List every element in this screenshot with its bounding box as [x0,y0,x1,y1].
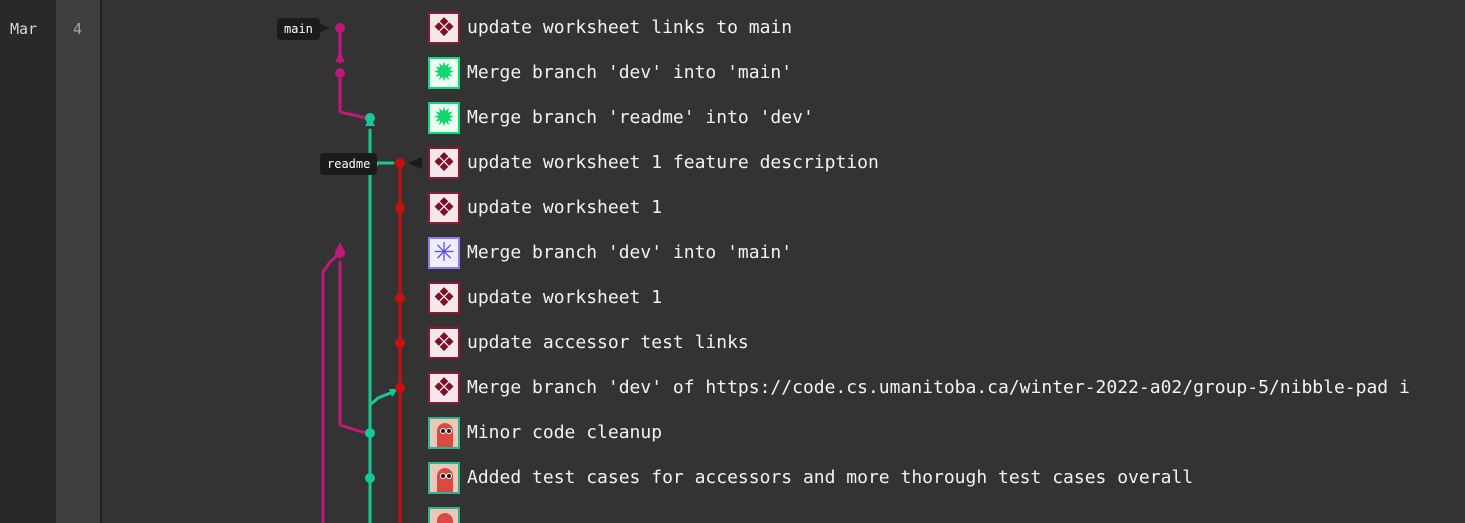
photo-eye [446,473,452,479]
commit-row[interactable]: ❖ update worksheet 1 feature description [428,146,879,180]
main-to-readme-edge [338,71,372,122]
commit-message: Added test cases for accessors and more … [467,467,1194,488]
commit-dot[interactable] [395,203,405,213]
commit-row[interactable]: ❖ update worksheet 1 [428,191,662,225]
readme-merge-edge [368,390,395,407]
commit-message: update accessor test links [467,332,749,353]
identicon-icon: ❖ [432,148,456,178]
identicon-icon: ❖ [432,13,456,43]
identicon-icon: ❖ [432,373,456,403]
commit-dot[interactable] [395,293,405,303]
identicon-icon: ❖ [432,283,456,313]
identicon-icon: ✹ [433,103,455,133]
user-photo-avatar [428,417,460,449]
commit-row[interactable]: ✹ Merge branch 'dev' into 'main' [428,56,792,90]
main-branch-lane [321,26,372,523]
commit-row[interactable]: ❖ update accessor test links [428,326,749,360]
branch-label-main[interactable]: main [277,18,320,40]
identicon-avatar: ❖ [428,372,460,404]
identicon-avatar: ❖ [428,147,460,179]
user-photo-icon [437,423,453,447]
photo-eye [446,428,452,434]
commit-row[interactable] [428,506,460,523]
commit-message: update worksheet 1 feature description [467,152,879,173]
identicon-icon: ❖ [432,193,456,223]
commit-row[interactable]: Added test cases for accessors and more … [428,461,1193,495]
identicon-avatar: ✹ [428,57,460,89]
main-arrowhead [335,52,345,62]
commit-row[interactable]: ✹ Merge branch 'readme' into 'dev' [428,101,814,135]
main-lower-lane [321,251,342,523]
commit-dot[interactable] [335,248,345,258]
commit-dot[interactable] [335,23,345,33]
user-photo-avatar [428,507,460,523]
git-history-view: Mar 4 main readme ❖ update worksheet lin… [0,0,1465,523]
identicon-avatar: ❖ [428,282,460,314]
commit-message: Merge branch 'dev' into 'main' [467,62,793,83]
commit-row[interactable]: ❖ update worksheet 1 [428,281,662,315]
commit-row[interactable]: ❖ Merge branch 'dev' of https://code.cs.… [428,371,1410,405]
identicon-avatar: ❖ [428,192,460,224]
commit-message: Merge branch 'dev' into 'main' [467,242,793,263]
graph-arrowheads [335,52,398,397]
identicon-icon: ✳ [433,238,455,268]
commit-row[interactable]: ✳ Merge branch 'dev' into 'main' [428,236,792,270]
user-photo-icon [437,513,453,523]
commit-dot[interactable] [335,68,345,78]
commit-dot[interactable] [395,338,405,348]
commit-dot[interactable] [395,158,405,168]
branch-label-readme[interactable]: readme [320,153,378,175]
user-photo-avatar [428,462,460,494]
commit-message: update worksheet links to main [467,17,793,38]
commit-dot[interactable] [365,428,375,438]
identicon-avatar: ❖ [428,12,460,44]
identicon-icon: ❖ [432,328,456,358]
identicon-avatar: ❖ [428,327,460,359]
commit-row[interactable]: Minor code cleanup [428,416,662,450]
readme-branch-lane [368,128,395,523]
commit-message: Merge branch 'readme' into 'dev' [467,107,814,128]
commit-message: update worksheet 1 [467,197,663,218]
commit-row[interactable]: ❖ update worksheet links to main [428,11,792,45]
user-photo-icon [437,468,453,492]
main-merge-edge [338,260,372,435]
identicon-avatar: ✳ [428,237,460,269]
commit-message: update worksheet 1 [467,287,663,308]
commit-dot[interactable] [365,473,375,483]
identicon-icon: ✹ [433,58,455,88]
commit-dot[interactable] [365,113,375,123]
commit-dot[interactable] [395,383,405,393]
readme-badge-pointer [408,157,422,169]
commit-message: Merge branch 'dev' of https://code.cs.um… [467,377,1410,398]
commit-message: Minor code cleanup [467,422,663,443]
identicon-avatar: ✹ [428,102,460,134]
